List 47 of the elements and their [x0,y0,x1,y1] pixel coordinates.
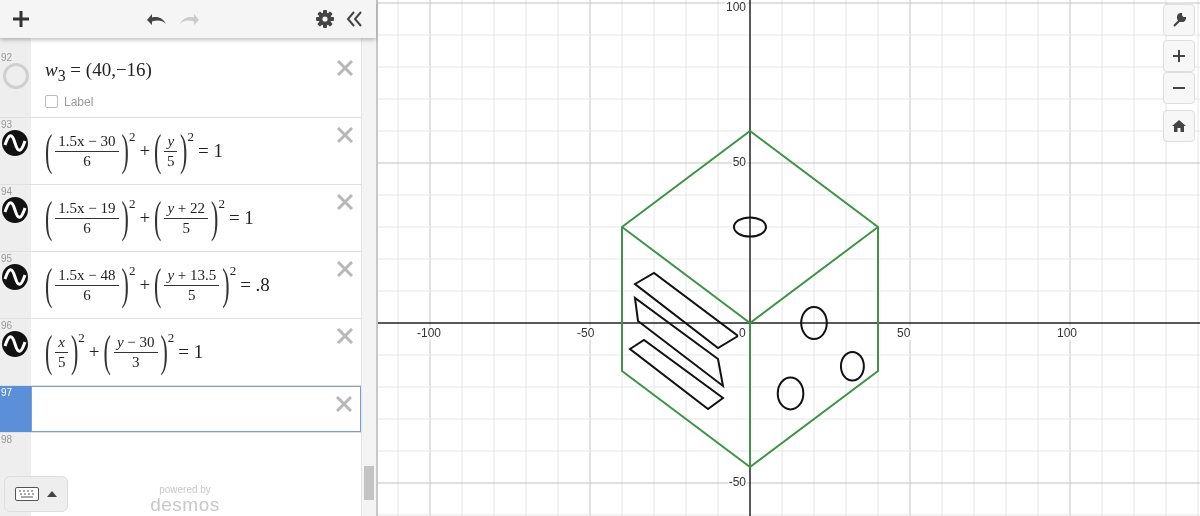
caret-up-icon [47,491,57,497]
label-text: Label [64,94,94,109]
zoom-in-button[interactable] [1163,40,1195,72]
line-number: 96 [1,320,13,331]
line-number: 93 [1,119,13,130]
axis-tick-label: -100 [416,326,443,340]
axis-tick-label: -50 [727,475,747,489]
wave-style-icon[interactable] [2,264,28,290]
settings-icon[interactable] [314,8,336,30]
axis-tick-label: -50 [576,326,596,340]
axis-tick-label: 0 [738,326,747,340]
keyboard-toggle-button[interactable] [4,476,68,512]
line-number: 95 [1,253,13,264]
math-operator: + [139,140,151,162]
add-item-button[interactable] [10,8,32,30]
axis-tick-label: 100 [1056,326,1079,340]
axis-tick-label: 50 [731,155,747,169]
scrollbar[interactable] [361,38,376,516]
plus-icon [1173,50,1185,62]
die-pip-ellipse [776,376,805,411]
axis-tick-label: 100 [724,0,747,14]
axis-tick-label: 50 [896,326,912,340]
wave-style-icon[interactable] [2,197,28,223]
die-pip-ellipse [839,350,865,382]
die-pip-ellipse [733,216,767,238]
math-operator: = 1 [228,207,254,229]
zoom-out-button[interactable] [1163,72,1195,104]
die-pip-ellipse [800,306,828,340]
line-number: 92 [1,52,13,63]
wave-style-icon[interactable] [2,331,28,357]
math-operator: = 1 [197,140,223,162]
expression-input-field[interactable] [31,386,361,432]
math-operator: = .8 [240,274,270,296]
keyboard-icon [15,487,39,501]
math-operator: + [88,341,100,363]
line-number: 94 [1,186,13,197]
minus-icon [1173,87,1185,89]
line-number: 97 [1,387,13,398]
home-icon[interactable] [1163,110,1195,142]
math-expression: w$_{3}$ = (40,−16) [45,59,152,85]
wave-style-icon[interactable] [2,130,28,156]
label-checkbox[interactable] [45,95,58,109]
line-number: 98 [1,434,13,445]
math-operator: = 1 [178,341,204,363]
math-operator: + [139,274,151,296]
math-operator: + [139,207,151,229]
wrench-icon[interactable] [1163,4,1195,36]
